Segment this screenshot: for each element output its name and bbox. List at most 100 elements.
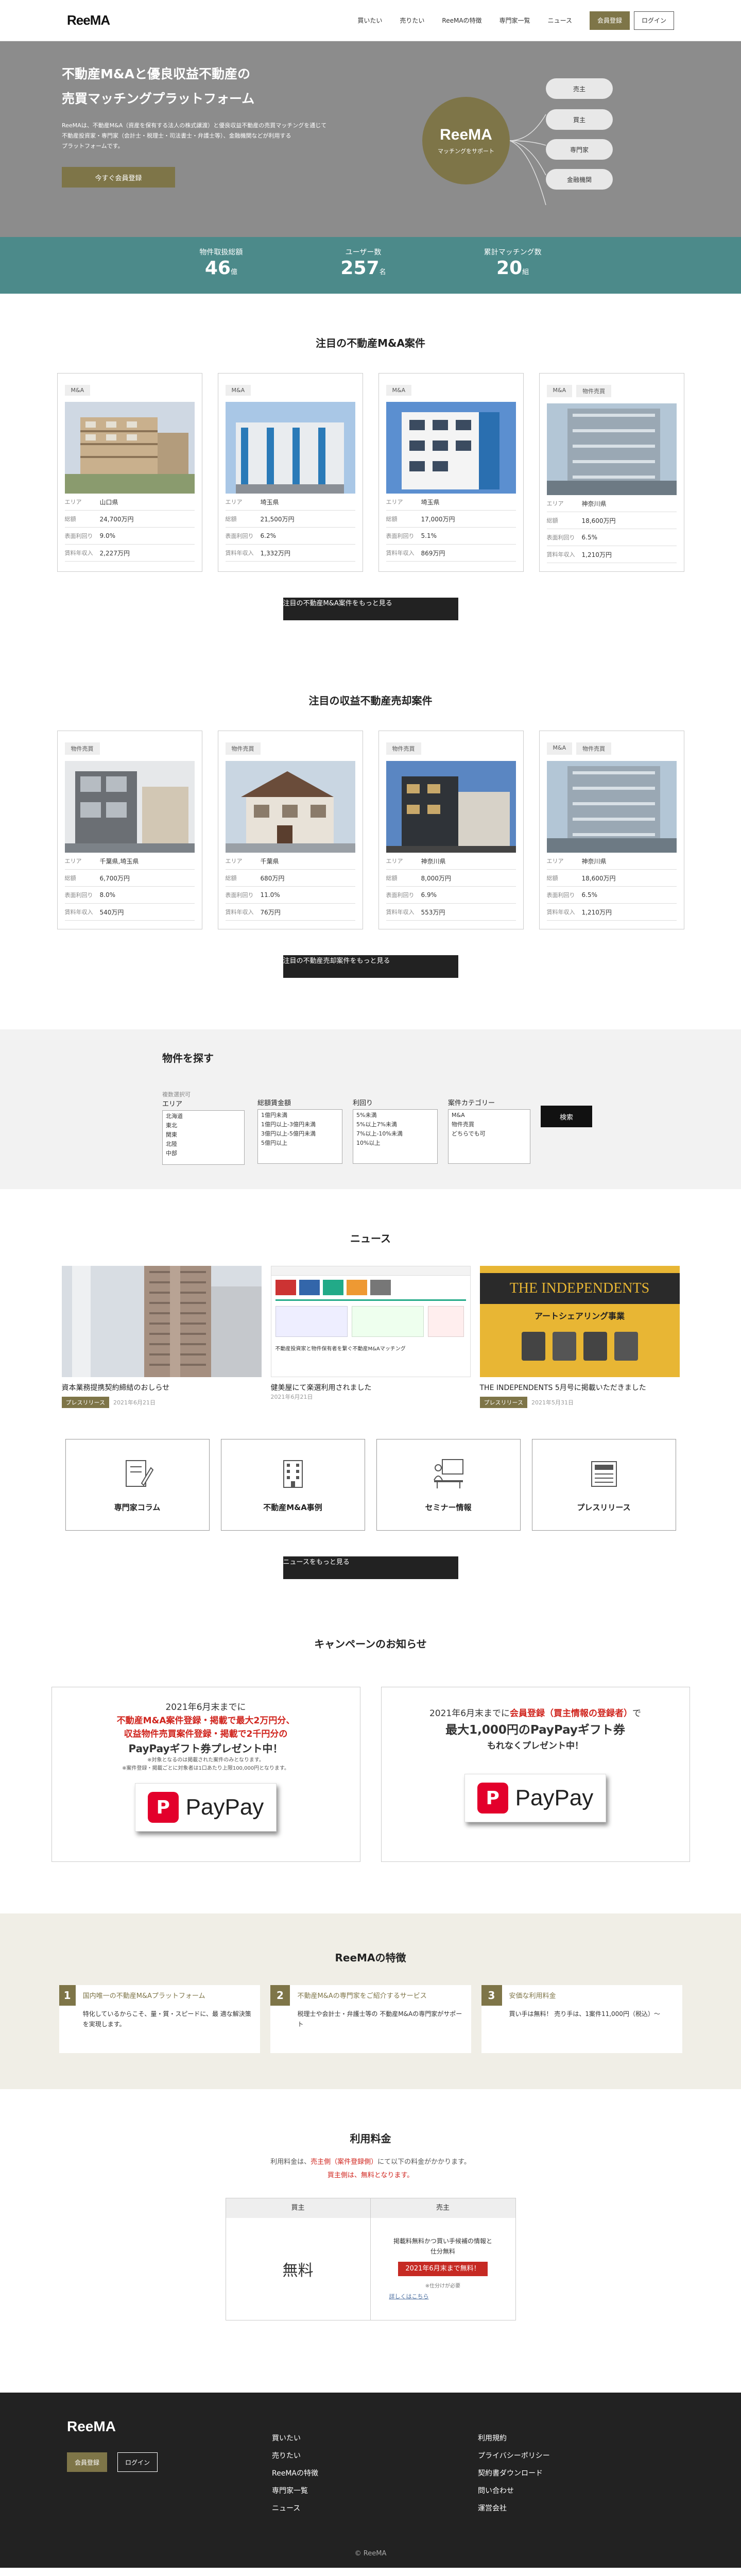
hero-pill-seller: 売主 [546,78,613,99]
site-logo[interactable]: ReeMA [67,12,110,28]
hero-title: 不動産M&Aと優良収益不動産の 売買マッチングプラットフォーム [62,66,255,106]
card-row-value: 24,700万円 [99,515,134,523]
news-image-building [61,1266,262,1377]
pricing-detail-link[interactable]: 詳しくはこちら [389,2292,429,2302]
property-card[interactable]: 物件売買 エリア 千葉県,埼玉県 総額 6,700万円 表面利回り 8.0% 賃料年収入 540… [57,731,202,929]
footer-logo[interactable]: ReeMA [67,2418,116,2435]
select-option[interactable]: 北陸 [166,1140,241,1149]
paypay-logo: P PayPay [464,1774,607,1822]
news-more-button[interactable]: ニュースをもっと見る [283,1556,458,1579]
select-option[interactable]: 5%以上7%未満 [356,1120,434,1129]
nav-news[interactable]: ニュース [548,16,572,25]
news-item[interactable]: THE INDEPENDENTS アートシェアリング事業 THE INDEPEN… [479,1266,680,1408]
card-tags: M&A 物件売買 [546,742,677,755]
search-category-label: 案件カテゴリー [448,1099,495,1107]
hero-circle-subtitle: マッチングをサポート [438,148,494,155]
property-photo [64,402,195,494]
news-image-website: 不動産投資家と物件保有者を繋ぐ不動産M&Aマッチング [270,1266,471,1377]
select-option[interactable]: 物件売買 [452,1120,527,1129]
select-option[interactable]: 関東 [166,1130,241,1140]
select-option[interactable]: どちらでも可 [452,1129,527,1139]
hero-register-button[interactable]: 今すぐ会員登録 [62,167,175,188]
footer-link[interactable]: 専門家一覧 [272,2482,318,2500]
select-option[interactable]: 北海道 [166,1112,241,1121]
card-tags: 物件売買 [225,742,355,755]
select-option[interactable]: 7%以上-10%未満 [356,1129,434,1139]
footer-link[interactable]: 運営会社 [478,2500,550,2517]
card-row-key: 表面利回り [386,892,415,899]
card-row-value: 18,600万円 [581,874,616,882]
card-row-key: 表面利回り [386,533,415,539]
card-row-value: 1,210万円 [581,908,612,916]
footer-login-button[interactable]: ログイン [117,2452,158,2472]
login-button[interactable]: ログイン [633,11,674,30]
sale-section: 注目の収益不動産売却案件 物件売買 エリア 千葉県,埼玉県 総額 6,700万円 表面利回… [0,620,741,978]
pricing-seller-column: 売主 掲載料無料かつ買い手候補の情報と 仕分無料 2021年6月末まで無料！ ※… [370,2198,516,2320]
building-icon [283,1460,303,1488]
pricing-free-badge: 2021年6月末まで無料！ [398,2262,488,2276]
category-select[interactable]: M&A 物件売買 どちらでも可 [448,1109,530,1164]
select-option[interactable]: M&A [452,1111,527,1120]
register-button[interactable]: 会員登録 [589,11,630,30]
select-option[interactable]: 5%未満 [356,1111,434,1120]
category-column[interactable]: 専門家コラム [65,1439,210,1531]
footer-link[interactable]: 売りたい [272,2447,318,2465]
card-row-value: 1,332万円 [260,549,290,557]
news-badge: プレスリリース [479,1397,527,1408]
card-tag: M&A [546,742,573,755]
hero-circle-logo: ReeMA [440,126,492,143]
campaign-section: キャンペーンのお知らせ 2021年6月末までに 不動産M&A案件登録・掲載で最大… [0,1579,741,1862]
footer-link[interactable]: 利用規約 [478,2430,550,2447]
card-row-value: 6.5% [581,891,598,899]
nav-sell[interactable]: 売りたい [400,16,424,25]
property-card[interactable]: M&A 物件売買 エリア 神奈川県 総額 18,600万円 表面利回り 6.5% 賃料年収入 1,… [539,373,684,572]
footer-link[interactable]: ReeMAの特徴 [272,2465,318,2482]
search-button[interactable]: 検索 [541,1106,592,1127]
search-title: 物件を探す [162,1052,214,1064]
yield-select[interactable]: 5%未満 5%以上7%未満 7%以上-10%未満 10%以上 [353,1109,438,1164]
ma-more-button[interactable]: 注目の不動産M&A案件をもっと見る [283,598,458,620]
footer-link[interactable]: 問い合わせ [478,2482,550,2500]
news-item[interactable]: 不動産投資家と物件保有者を繋ぐ不動産M&Aマッチング 健美屋にて楽選利用されまし… [270,1266,471,1408]
property-card[interactable]: M&A エリア 山口県 総額 24,700万円 表面利回り 9.0% 賃料年収入 2,227万円 [57,373,202,572]
sale-more-button[interactable]: 注目の不動産売却案件をもっと見る [283,955,458,978]
property-card[interactable]: M&A 物件売買 エリア 神奈川県 総額 18,600万円 表面利回り 6.5% 賃料年収入 1,… [539,731,684,929]
property-card[interactable]: 物件売買 エリア 千葉県 総額 680万円 表面利回り 11.0% 賃料年収入 76万円 [217,731,363,929]
property-card[interactable]: 物件売買 エリア 神奈川県 総額 8,000万円 表面利回り 6.9% 賃料年収入 553万円 [378,731,524,929]
footer-link[interactable]: 契約書ダウンロード [478,2465,550,2482]
select-option[interactable]: 中部 [166,1149,241,1158]
pricing-buyer-column: 買主 無料 [225,2198,371,2320]
select-option[interactable]: 1億円未満 [261,1111,339,1120]
category-seminar[interactable]: セミナー情報 [376,1439,521,1531]
nav-features[interactable]: ReeMAの特徴 [442,16,481,25]
price-select[interactable]: 1億円未満 1億円以上-3億円未満 3億円以上-5億円未満 5億円以上 [257,1109,342,1164]
select-option[interactable]: 10%以上 [356,1139,434,1148]
property-card[interactable]: M&A エリア 埼玉県 総額 17,000万円 表面利回り 5.1% 賃料年収入 869万円 [378,373,524,572]
card-row-key: 賃料年収入 [225,909,254,916]
search-yield-group: 利回り 5%未満 5%以上7%未満 7%以上-10%未満 10%以上 [353,1097,438,1164]
footer-link[interactable]: 買いたい [272,2430,318,2447]
select-option[interactable]: 東北 [166,1121,241,1130]
property-card[interactable]: M&A エリア 埼玉県 総額 21,500万円 表面利回り 6.2% 賃料年収入 1,332万円 [217,373,363,572]
footer-register-button[interactable]: 会員登録 [67,2452,108,2472]
footer-link[interactable]: プライバシーポリシー [478,2447,550,2465]
card-row-key: 総額 [64,875,76,882]
search-area-label: エリア [162,1100,183,1108]
property-photo [225,402,355,494]
area-select[interactable]: 北海道 東北 関東 北陸 中部 [162,1110,245,1165]
nav-experts[interactable]: 専門家一覧 [499,16,530,25]
category-ma-case[interactable]: 不動産M&A事例 [220,1439,365,1531]
news-caption: THE INDEPENDENTS 5月号に掲載いただきました [479,1384,646,1392]
category-press-release[interactable]: プレスリリース [531,1439,676,1531]
hero: 不動産M&Aと優良収益不動産の 売買マッチングプラットフォーム ReeMAは、不動… [0,41,741,237]
select-option[interactable]: 5億円以上 [261,1139,339,1148]
card-row-value: 千葉県,埼玉県 [99,857,139,865]
news-image-magazine: THE INDEPENDENTS アートシェアリング事業 [479,1266,680,1377]
footer-link[interactable]: ニュース [272,2500,318,2517]
search-category-group: 案件カテゴリー M&A 物件売買 どちらでも可 [448,1097,530,1164]
select-option[interactable]: 1億円以上-3億円未満 [261,1120,339,1129]
news-item[interactable]: 資本業務提携契約締結のおしらせ プレスリリース 2021年6月21日 [61,1266,262,1408]
hero-circle: ReeMA マッチングをサポート [422,97,510,184]
select-option[interactable]: 3億円以上-5億円未満 [261,1129,339,1139]
nav-buy[interactable]: 買いたい [357,16,382,25]
